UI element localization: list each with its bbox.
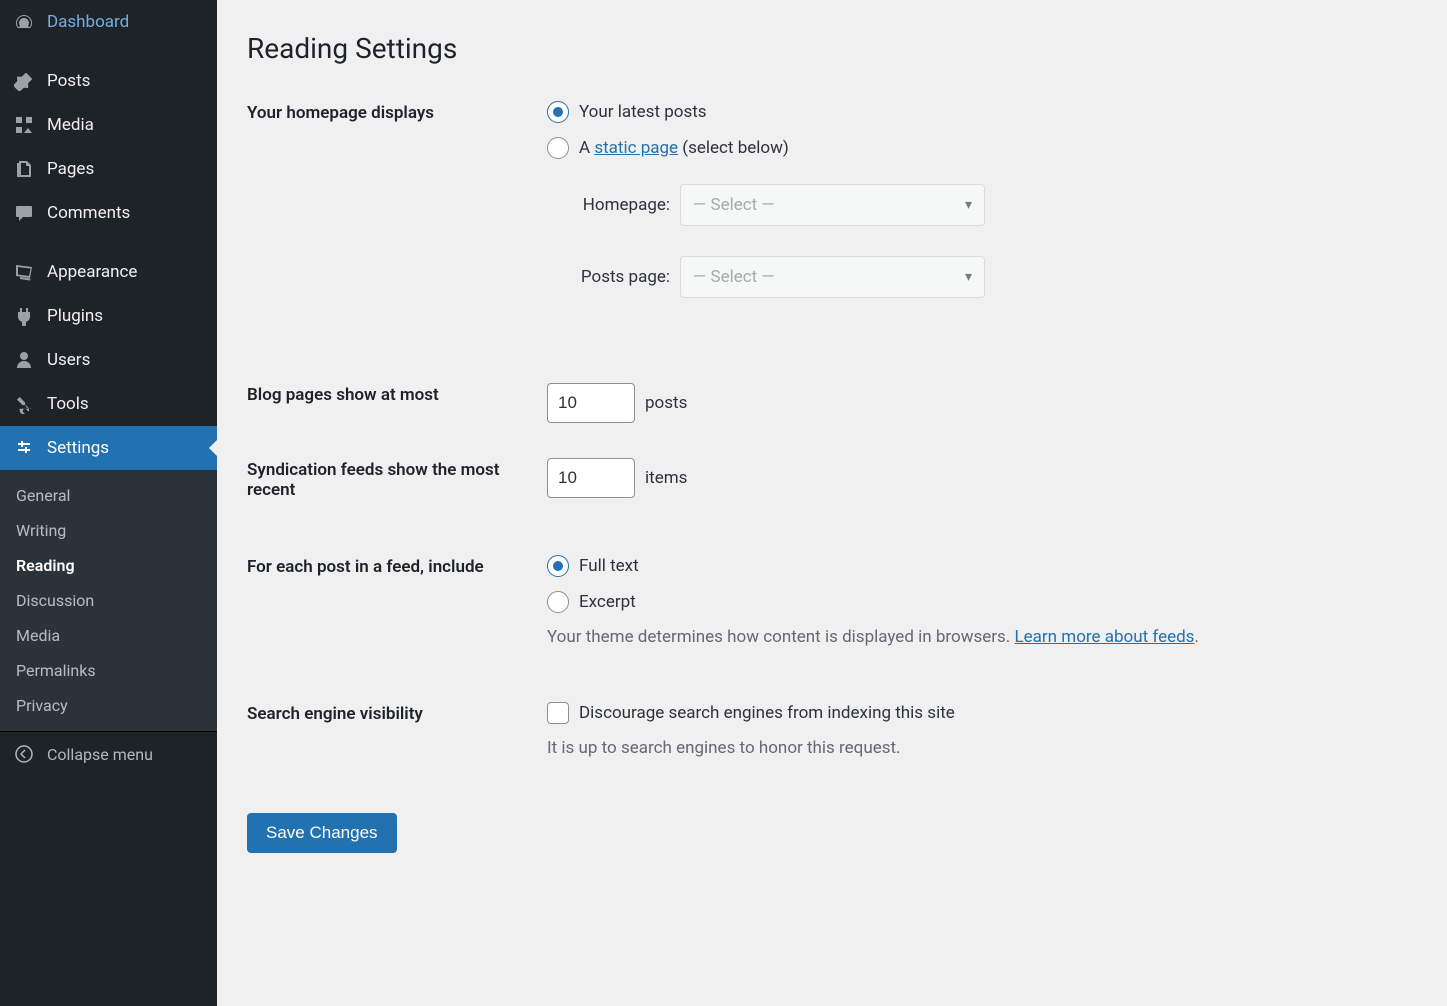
radio-label: Your latest posts [579, 102, 707, 122]
admin-sidebar: Dashboard Posts Media Pages Comments App… [0, 0, 217, 1006]
row-homepage-displays: Your homepage displays Your latest posts… [247, 101, 1417, 328]
syndication-items-input[interactable] [547, 458, 635, 498]
plugins-icon [12, 304, 36, 328]
submenu-item-privacy[interactable]: Privacy [0, 688, 217, 723]
sidebar-item-label: Pages [47, 159, 94, 179]
sidebar-item-posts[interactable]: Posts [0, 59, 217, 103]
sidebar-item-label: Dashboard [47, 12, 129, 32]
collapse-menu-label: Collapse menu [47, 745, 153, 764]
sidebar-item-label: Users [47, 350, 90, 370]
sidebar-item-tools[interactable]: Tools [0, 382, 217, 426]
sidebar-item-plugins[interactable]: Plugins [0, 294, 217, 338]
homepage-select[interactable]: — Select — ▾ [680, 184, 985, 226]
static-page-link[interactable]: static page [594, 138, 678, 158]
dashboard-icon [12, 10, 36, 34]
label-homepage-displays: Your homepage displays [247, 101, 547, 123]
save-changes-button[interactable]: Save Changes [247, 813, 397, 853]
radio-icon [547, 137, 569, 159]
row-feed-content: For each post in a feed, include Full te… [247, 555, 1417, 647]
radio-full-text[interactable]: Full text [547, 555, 1417, 577]
label-blog-pages: Blog pages show at most [247, 383, 547, 405]
radio-latest-posts[interactable]: Your latest posts [547, 101, 1417, 123]
sidebar-item-appearance[interactable]: Appearance [0, 250, 217, 294]
sidebar-item-pages[interactable]: Pages [0, 147, 217, 191]
sidebar-item-label: Tools [47, 394, 89, 414]
sidebar-item-label: Comments [47, 203, 130, 223]
row-search-visibility: Search engine visibility Discourage sear… [247, 702, 1417, 758]
posts-page-select[interactable]: — Select — ▾ [680, 256, 985, 298]
appearance-icon [12, 260, 36, 284]
label-syndication: Syndication feeds show the most recent [247, 458, 547, 500]
feed-description: Your theme determines how content is dis… [547, 627, 1417, 647]
label-search-visibility: Search engine visibility [247, 702, 547, 724]
media-icon [12, 113, 36, 137]
sidebar-item-label: Posts [47, 71, 90, 91]
unit-label: items [645, 468, 687, 488]
sidebar-item-media[interactable]: Media [0, 103, 217, 147]
radio-label: Excerpt [579, 592, 636, 612]
unit-label: posts [645, 393, 687, 413]
radio-excerpt[interactable]: Excerpt [547, 591, 1417, 613]
comments-icon [12, 201, 36, 225]
submenu-item-general[interactable]: General [0, 478, 217, 513]
settings-icon [12, 436, 36, 460]
page-title: Reading Settings [247, 20, 1417, 71]
chevron-down-icon: ▾ [965, 197, 972, 213]
sidebar-item-label: Plugins [47, 306, 103, 326]
select-value: — Select — [693, 267, 775, 287]
checkbox-discourage-search[interactable]: Discourage search engines from indexing … [547, 702, 1417, 724]
checkbox-label: Discourage search engines from indexing … [579, 703, 955, 723]
radio-icon [547, 555, 569, 577]
homepage-select-label: Homepage: [572, 195, 670, 215]
radio-icon [547, 591, 569, 613]
select-value: — Select — [693, 195, 775, 215]
sidebar-item-settings[interactable]: Settings [0, 426, 217, 470]
sidebar-item-comments[interactable]: Comments [0, 191, 217, 235]
row-blog-pages: Blog pages show at most posts [247, 383, 1417, 423]
sidebar-item-label: Media [47, 115, 94, 135]
radio-label: A static page (select below) [579, 138, 789, 158]
row-syndication: Syndication feeds show the most recent i… [247, 458, 1417, 500]
sidebar-item-dashboard[interactable]: Dashboard [0, 0, 217, 44]
submenu-item-permalinks[interactable]: Permalinks [0, 653, 217, 688]
submenu-item-discussion[interactable]: Discussion [0, 583, 217, 618]
posts-per-page-input[interactable] [547, 383, 635, 423]
pages-icon [12, 157, 36, 181]
sidebar-item-label: Appearance [47, 262, 137, 282]
submenu-item-media[interactable]: Media [0, 618, 217, 653]
search-visibility-description: It is up to search engines to honor this… [547, 738, 1417, 758]
users-icon [12, 348, 36, 372]
sidebar-item-users[interactable]: Users [0, 338, 217, 382]
submenu-item-writing[interactable]: Writing [0, 513, 217, 548]
radio-icon [547, 101, 569, 123]
checkbox-icon [547, 702, 569, 724]
collapse-icon [12, 742, 36, 766]
settings-submenu: General Writing Reading Discussion Media… [0, 470, 217, 731]
tools-icon [12, 392, 36, 416]
learn-more-feeds-link[interactable]: Learn more about feeds [1015, 627, 1195, 647]
posts-page-select-label: Posts page: [572, 267, 670, 287]
radio-static-page[interactable]: A static page (select below) [547, 137, 1417, 159]
main-content: Reading Settings Your homepage displays … [217, 0, 1447, 1006]
label-feed-content: For each post in a feed, include [247, 555, 547, 577]
radio-label: Full text [579, 556, 639, 576]
chevron-down-icon: ▾ [965, 269, 972, 285]
collapse-menu-button[interactable]: Collapse menu [0, 731, 217, 776]
sidebar-item-label: Settings [47, 438, 109, 458]
submenu-item-reading[interactable]: Reading [0, 548, 217, 583]
pin-icon [12, 69, 36, 93]
